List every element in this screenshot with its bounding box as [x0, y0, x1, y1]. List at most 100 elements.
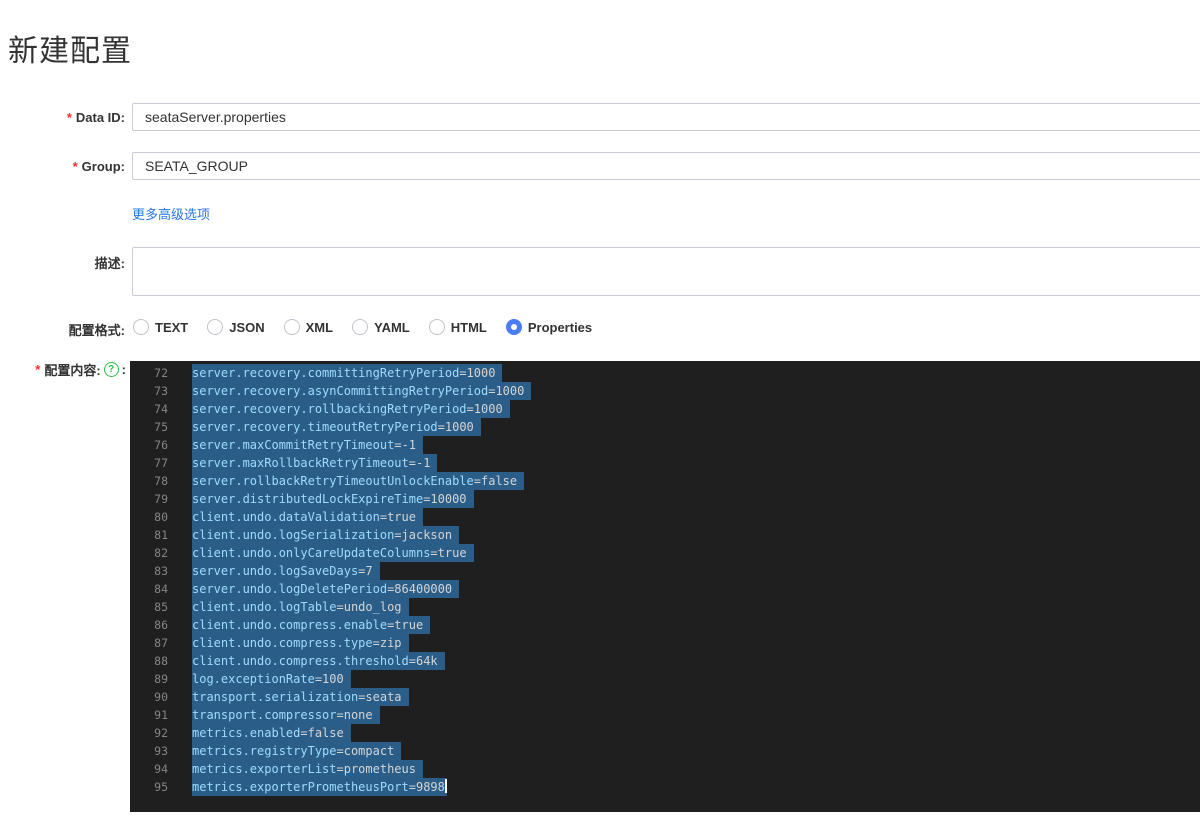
format-option-text[interactable]: TEXT	[133, 319, 188, 335]
format-option-html[interactable]: HTML	[428, 319, 487, 335]
content-label: * 配置内容: ? :	[0, 360, 126, 379]
line-code: server.recovery.timeoutRetryPeriod=1000	[192, 418, 481, 436]
line-number: 78	[154, 474, 168, 488]
editor-line[interactable]: 83 server.undo.logSaveDays=7	[130, 562, 1200, 580]
line-code: server.undo.logSaveDays=7	[192, 562, 380, 580]
line-code: client.undo.compress.enable=true	[192, 616, 431, 634]
editor-line[interactable]: 76 server.maxCommitRetryTimeout=-1	[130, 436, 1200, 454]
format-option-properties[interactable]: Properties	[505, 319, 593, 335]
line-number: 72	[154, 366, 168, 380]
editor-line[interactable]: 87 client.undo.compress.type=zip	[130, 634, 1200, 652]
config-content-editor[interactable]: 72 server.recovery.committingRetryPeriod=…	[130, 361, 1200, 812]
editor-line[interactable]: 84 server.undo.logDeletePeriod=86400000	[130, 580, 1200, 598]
line-code: transport.compressor=none	[192, 706, 380, 724]
line-number: 89	[154, 672, 168, 686]
line-code: client.undo.compress.type=zip	[192, 634, 409, 652]
editor-line[interactable]: 77 server.maxRollbackRetryTimeout=-1	[130, 454, 1200, 472]
text-cursor	[444, 779, 447, 793]
data-id-input[interactable]	[132, 103, 1200, 131]
editor-line[interactable]: 91 transport.compressor=none	[130, 706, 1200, 724]
line-number: 92	[154, 726, 168, 740]
editor-line[interactable]: 80 client.undo.dataValidation=true	[130, 508, 1200, 526]
required-marker: *	[66, 110, 72, 125]
advanced-options-link[interactable]: 更多高级选项	[132, 204, 210, 223]
editor-line[interactable]: 90 transport.serialization=seata	[130, 688, 1200, 706]
line-number: 75	[154, 420, 168, 434]
content-label-text: 配置内容:	[44, 363, 101, 378]
line-number: 80	[154, 510, 168, 524]
editor-line[interactable]: 78 server.rollbackRetryTimeoutUnlockEnabl…	[130, 472, 1200, 490]
line-number: 86	[154, 618, 168, 632]
line-code: client.undo.compress.threshold=64k	[192, 652, 445, 670]
line-code: metrics.registryType=compact	[192, 742, 402, 760]
description-textarea[interactable]	[132, 247, 1200, 296]
line-code: server.distributedLockExpireTime=10000	[192, 490, 474, 508]
line-code: client.undo.logTable=undo_log	[192, 598, 409, 616]
line-number: 88	[154, 654, 168, 668]
radio-option-label: XML	[305, 319, 334, 335]
format-radio-group: TEXT JSON XML YAML HTML Properties	[133, 318, 611, 336]
line-code: metrics.exporterPrometheusPort=9898	[192, 778, 447, 796]
line-code: transport.serialization=seata	[192, 688, 409, 706]
radio-option-label: TEXT	[155, 319, 189, 335]
radio-selected-icon[interactable]	[505, 319, 522, 335]
editor-line[interactable]: 73 server.recovery.asynCommittingRetryPer…	[130, 382, 1200, 400]
line-number: 82	[154, 546, 168, 560]
editor-lines: 72 server.recovery.committingRetryPeriod=…	[130, 364, 1200, 796]
radio-unselected-icon[interactable]	[428, 319, 445, 335]
radio-option-label: Properties	[527, 319, 593, 335]
radio-unselected-icon[interactable]	[133, 319, 149, 335]
help-question-icon[interactable]: ?	[103, 362, 119, 377]
page-title: 新建配置	[8, 35, 132, 68]
line-number: 84	[154, 582, 168, 596]
line-number: 79	[154, 492, 168, 506]
editor-line[interactable]: 82 client.undo.onlyCareUpdateColumns=true	[130, 544, 1200, 562]
format-option-xml[interactable]: XML	[283, 319, 334, 335]
editor-line[interactable]: 89 log.exceptionRate=100	[130, 670, 1200, 688]
editor-line[interactable]: 85 client.undo.logTable=undo_log	[130, 598, 1200, 616]
line-code: metrics.exporterList=prometheus	[192, 760, 423, 778]
editor-line[interactable]: 74 server.recovery.rollbackingRetryPeriod…	[130, 400, 1200, 418]
line-code: server.rollbackRetryTimeoutUnlockEnable=…	[192, 472, 525, 490]
group-input[interactable]	[132, 152, 1200, 180]
radio-unselected-icon[interactable]	[283, 319, 300, 335]
group-label: * Group:	[72, 159, 125, 174]
editor-line[interactable]: 94 metrics.exporterList=prometheus	[130, 760, 1200, 778]
line-code: server.maxRollbackRetryTimeout=-1	[192, 454, 438, 472]
radio-option-label: JSON	[229, 319, 265, 335]
editor-line[interactable]: 88 client.undo.compress.threshold=64k	[130, 652, 1200, 670]
line-code: client.undo.onlyCareUpdateColumns=true	[192, 544, 474, 562]
editor-line[interactable]: 72 server.recovery.committingRetryPeriod=…	[130, 364, 1200, 382]
radio-dot	[510, 324, 517, 330]
line-code: log.exceptionRate=100	[192, 670, 351, 688]
format-option-json[interactable]: JSON	[207, 319, 265, 335]
line-number: 85	[154, 600, 168, 614]
line-number: 95	[154, 780, 168, 794]
editor-line[interactable]: 81 client.undo.logSerialization=jackson	[130, 526, 1200, 544]
line-number: 94	[154, 762, 168, 776]
format-label: 配置格式:	[68, 323, 125, 338]
line-number: 91	[154, 708, 168, 722]
radio-option-label: HTML	[450, 319, 487, 335]
format-option-yaml[interactable]: YAML	[352, 319, 410, 335]
data-id-label: * Data ID:	[66, 110, 125, 125]
content-label-colon: :	[121, 362, 126, 377]
radio-unselected-icon[interactable]	[207, 319, 224, 335]
line-number: 77	[154, 456, 168, 470]
line-number: 93	[154, 744, 168, 758]
editor-line[interactable]: 75 server.recovery.timeoutRetryPeriod=100…	[130, 418, 1200, 436]
editor-line[interactable]: 95 metrics.exporterPrometheusPort=9898	[130, 778, 1200, 796]
line-number: 73	[154, 384, 168, 398]
line-number: 90	[154, 690, 168, 704]
required-marker: *	[35, 362, 41, 377]
editor-line[interactable]: 86 client.undo.compress.enable=true	[130, 616, 1200, 634]
line-code: server.recovery.rollbackingRetryPeriod=1…	[192, 400, 510, 418]
editor-line[interactable]: 79 server.distributedLockExpireTime=10000	[130, 490, 1200, 508]
line-code: metrics.enabled=false	[192, 724, 351, 742]
line-code: server.maxCommitRetryTimeout=-1	[192, 436, 423, 454]
radio-unselected-icon[interactable]	[352, 319, 369, 335]
editor-line[interactable]: 92 metrics.enabled=false	[130, 724, 1200, 742]
line-number: 87	[154, 636, 168, 650]
line-number: 76	[154, 438, 168, 452]
editor-line[interactable]: 93 metrics.registryType=compact	[130, 742, 1200, 760]
